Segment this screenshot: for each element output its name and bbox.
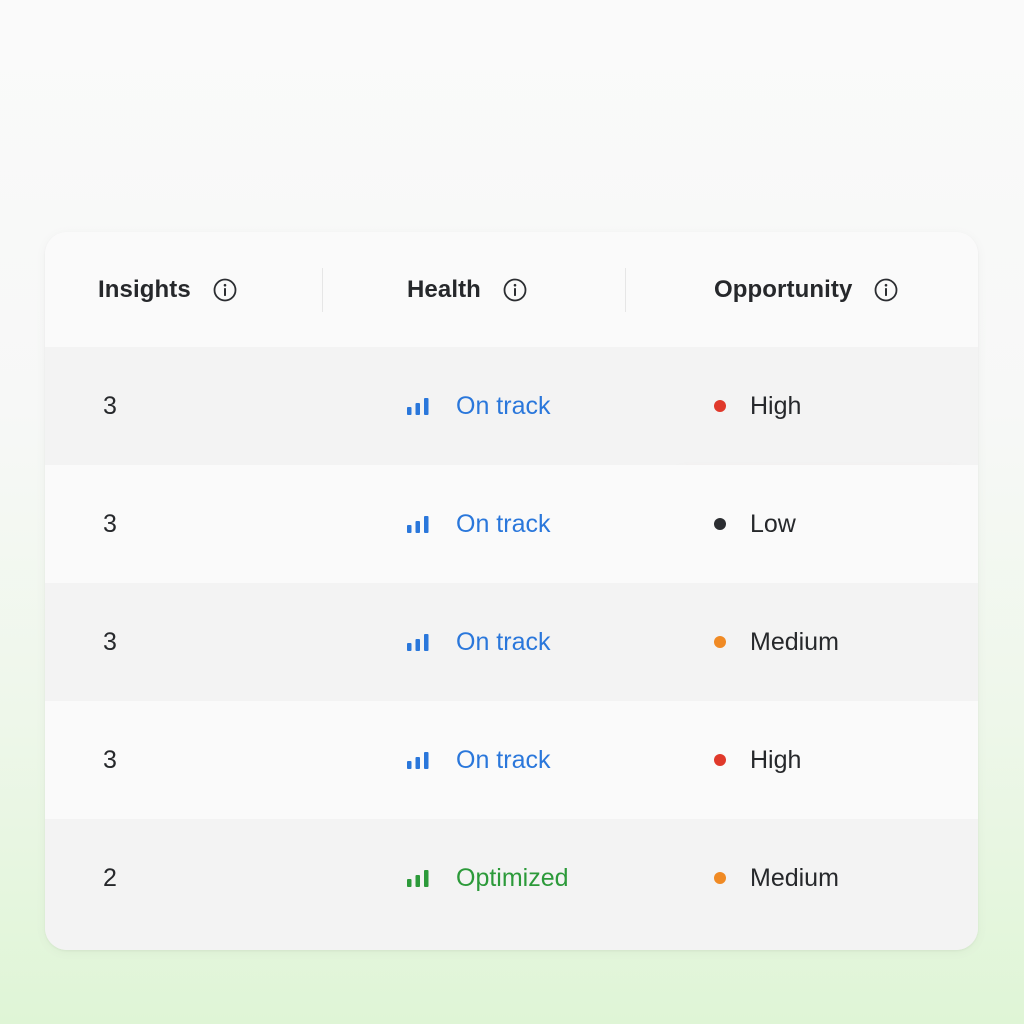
signal-bars-icon bbox=[407, 398, 429, 415]
table-row[interactable]: 2 Optimized Medium bbox=[45, 819, 978, 950]
column-divider bbox=[625, 268, 626, 312]
column-header-insights[interactable]: Insights bbox=[98, 232, 237, 347]
signal-bars-icon bbox=[407, 634, 429, 651]
opportunity-label: High bbox=[750, 745, 802, 774]
opportunity-label: Low bbox=[750, 509, 796, 538]
column-header-health[interactable]: Health bbox=[407, 232, 527, 347]
status-dot-icon bbox=[714, 518, 726, 530]
opportunity-level[interactable]: Low bbox=[714, 465, 796, 583]
column-header-label: Opportunity bbox=[714, 275, 853, 303]
health-status[interactable]: On track bbox=[406, 347, 550, 465]
opportunity-level[interactable]: High bbox=[714, 701, 801, 819]
opportunity-level[interactable]: Medium bbox=[714, 583, 839, 701]
health-label: On track bbox=[456, 509, 551, 538]
info-icon[interactable] bbox=[503, 278, 527, 302]
table-header: Insights Health Opportunity bbox=[45, 232, 978, 347]
health-label: Optimized bbox=[456, 863, 569, 892]
status-dot-icon bbox=[714, 872, 726, 884]
info-icon[interactable] bbox=[213, 278, 237, 302]
insights-table: Insights Health Opportunity 3 On track H… bbox=[45, 232, 978, 950]
health-status[interactable]: On track bbox=[406, 701, 550, 819]
health-status[interactable]: On track bbox=[406, 583, 550, 701]
health-status[interactable]: On track bbox=[406, 465, 550, 583]
signal-bars-icon bbox=[407, 870, 429, 887]
opportunity-label: Medium bbox=[750, 627, 839, 656]
health-label: On track bbox=[456, 745, 551, 774]
table-row[interactable]: 3 On track High bbox=[45, 701, 978, 819]
status-dot-icon bbox=[714, 400, 726, 412]
insights-count: 3 bbox=[103, 509, 117, 538]
insights-count: 3 bbox=[103, 391, 117, 420]
status-dot-icon bbox=[714, 636, 726, 648]
opportunity-level[interactable]: High bbox=[714, 347, 801, 465]
table-row[interactable]: 3 On track Medium bbox=[45, 583, 978, 701]
signal-bars-icon bbox=[407, 752, 429, 769]
health-status[interactable]: Optimized bbox=[406, 819, 569, 937]
opportunity-level[interactable]: Medium bbox=[714, 819, 839, 937]
insights-count: 3 bbox=[103, 745, 117, 774]
health-label: On track bbox=[456, 627, 551, 656]
info-icon[interactable] bbox=[874, 278, 898, 302]
table-row[interactable]: 3 On track High bbox=[45, 347, 978, 575]
column-header-opportunity[interactable]: Opportunity bbox=[714, 232, 898, 347]
opportunity-label: Medium bbox=[750, 863, 839, 892]
insights-count: 3 bbox=[103, 627, 117, 656]
health-label: On track bbox=[456, 391, 551, 420]
column-header-label: Health bbox=[407, 275, 481, 303]
signal-bars-icon bbox=[407, 516, 429, 533]
opportunity-label: High bbox=[750, 391, 802, 420]
table-row[interactable]: 3 On track Low bbox=[45, 465, 978, 583]
insights-count: 2 bbox=[103, 863, 117, 892]
column-divider bbox=[322, 268, 323, 312]
column-header-label: Insights bbox=[98, 275, 191, 303]
status-dot-icon bbox=[714, 754, 726, 766]
